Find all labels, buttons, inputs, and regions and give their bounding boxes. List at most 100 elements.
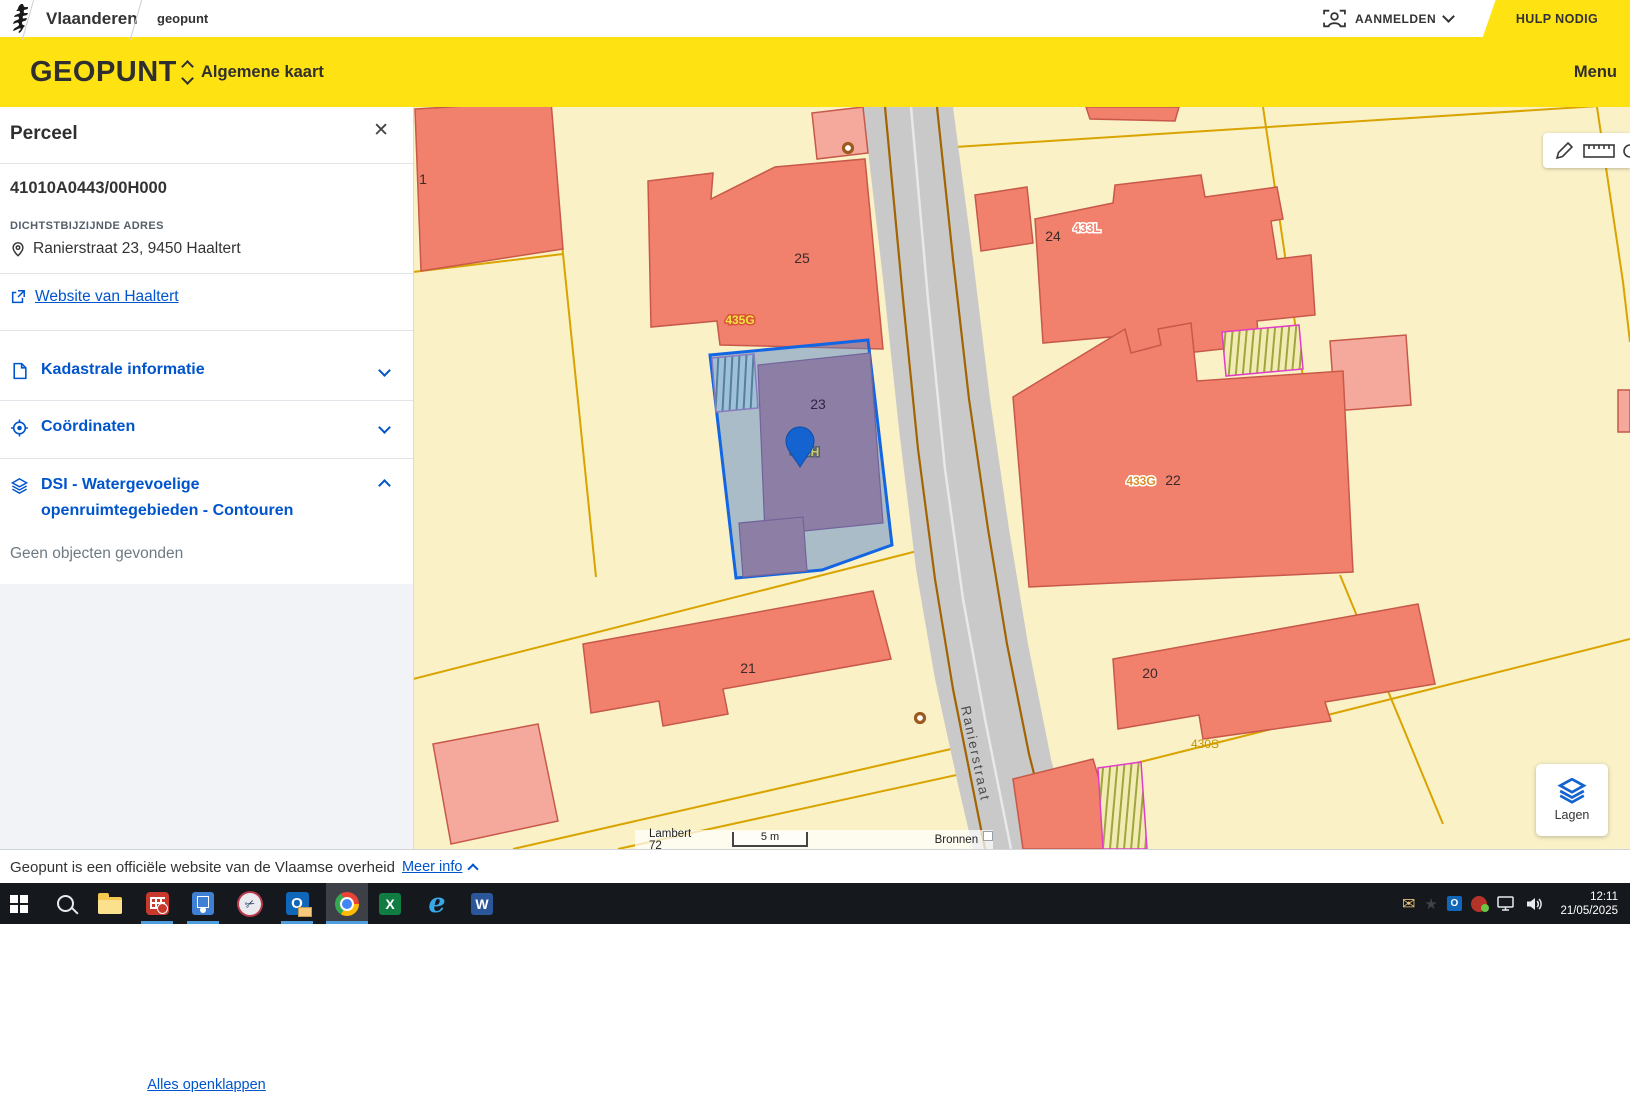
nearest-address-row: Ranierstraat 23, 9450 Haaltert [10, 240, 241, 258]
building-edge-cut [1618, 390, 1630, 432]
word-icon: W [471, 893, 493, 915]
map-toolbar [1543, 133, 1630, 168]
excel-icon: X [379, 893, 401, 915]
location-pin-icon [10, 240, 26, 258]
section-dsi-watergevoelige[interactable]: DSI - Watergevoelige openruimtegebieden … [10, 472, 403, 524]
user-frame-icon [1322, 8, 1347, 29]
folder-icon [98, 897, 122, 914]
parcel-id: 41010A0443/00H000 [10, 179, 167, 198]
nearest-address: Ranierstraat 23, 9450 Haaltert [33, 240, 241, 258]
target-icon [10, 418, 29, 438]
sources-label[interactable]: Bronnen [935, 834, 978, 846]
external-link-icon [10, 289, 26, 305]
windows-taskbar: ✂ O X e W ✉ ★ O 12:11 21/05/2025 [0, 883, 1630, 924]
top-header: Vlaanderen geopunt AANMELDEN HULP NODIG [0, 0, 1630, 37]
close-icon[interactable]: ✕ [373, 119, 389, 142]
section-label: DSI - Watergevoelige openruimtegebieden … [41, 472, 323, 524]
parcel-info-panel: Perceel ✕ 41010A0443/00H000 DICHTSTBIJZI… [0, 107, 414, 849]
map-label-house-23: 23 [810, 396, 826, 412]
certificate-icon [192, 892, 214, 915]
taskbar-internet-explorer[interactable]: e [421, 883, 453, 924]
hatched-parcel-selected [712, 354, 758, 412]
network-display-icon[interactable] [1496, 895, 1516, 913]
scissors-icon: ✂ [233, 886, 268, 921]
start-button[interactable] [4, 883, 34, 924]
section-coordinaten[interactable]: Coördinaten [10, 414, 403, 440]
panel-footer-area: Alles openklappen [0, 584, 413, 849]
map-label-house-1: 1 [419, 171, 427, 187]
login-button[interactable]: AANMELDEN [1322, 0, 1453, 37]
taskbar-certificate-app[interactable] [187, 883, 219, 924]
taskbar-chrome[interactable] [326, 883, 368, 924]
taskbar-file-explorer[interactable] [95, 883, 125, 924]
help-label: HULP NODIG [1502, 12, 1598, 26]
document-icon [10, 361, 29, 381]
map-switcher-label: Algemene kaart [201, 63, 324, 82]
building-25 [648, 159, 883, 349]
layers-button[interactable]: Lagen [1536, 764, 1608, 836]
geopunt-banner: GEOPUNT Algemene kaart Menu [0, 37, 1630, 107]
map-label-cad-433G: 433G [1126, 474, 1155, 488]
section-empty-text: Geen objecten gevonden [10, 545, 183, 563]
vlaanderen-lion-logo [7, 3, 33, 34]
taskbar-outlook[interactable]: O [281, 883, 313, 924]
layers-icon [1557, 778, 1587, 804]
taskbar-search-button[interactable] [50, 883, 80, 924]
taskbar-snipping-tool[interactable]: ✂ [234, 883, 266, 924]
map-label-house-25: 25 [794, 250, 810, 266]
partial-tool-icon[interactable] [1624, 145, 1630, 157]
login-label: AANMELDEN [1355, 12, 1436, 26]
taskbar-planner-app[interactable] [141, 883, 173, 924]
map-viewport[interactable]: 1 25 24 23 22 21 20 435G 433L 443H 433G … [413, 107, 1630, 849]
building-1 [415, 107, 563, 271]
brand-vlaanderen[interactable]: Vlaanderen [46, 0, 138, 37]
scale-distance: 5 m [732, 832, 807, 847]
map-switcher[interactable]: Algemene kaart [183, 37, 324, 107]
menu-button[interactable]: Menu [1574, 37, 1617, 107]
panel-title: Perceel [10, 123, 78, 145]
mail-tray-icon[interactable]: ✉ [1402, 894, 1415, 914]
site-footer: Geopunt is een officiële website van de … [0, 849, 1630, 884]
chevron-up-icon [468, 863, 479, 874]
map-label-cad-435G: 435G [725, 313, 754, 327]
chevron-down-icon [378, 421, 391, 434]
building-road-right [975, 187, 1033, 251]
geopunt-wordmark[interactable]: GEOPUNT [30, 37, 177, 107]
map-label-house-20: 20 [1142, 665, 1158, 681]
taskbar-word[interactable]: W [466, 883, 498, 924]
help-button[interactable]: HULP NODIG [1470, 0, 1630, 37]
website-link[interactable]: Website van Haaltert [35, 288, 179, 306]
breadcrumb-geopunt[interactable]: geopunt [157, 0, 208, 37]
chevron-down-icon [378, 364, 391, 377]
building-top-right [1086, 107, 1179, 121]
map-label-house-21: 21 [740, 660, 756, 676]
map-scalebar: Lambert 72 5 m Bronnen [635, 830, 993, 849]
section-label: Kadastrale informatie [41, 357, 323, 383]
section-label: Coördinaten [41, 414, 323, 440]
clock-date: 21/05/2025 [1560, 904, 1618, 918]
taskbar-excel[interactable]: X [374, 883, 406, 924]
chrome-icon [335, 892, 359, 916]
projection-label: Lambert 72 [649, 828, 706, 852]
calendar-clock-icon [146, 892, 169, 915]
building-23 [758, 353, 883, 535]
search-icon [57, 895, 74, 912]
map-label-cad-433L: 433L [1073, 221, 1100, 235]
outlook-tray-icon[interactable]: O [1447, 896, 1462, 911]
cadastral-map[interactable]: 1 25 24 23 22 21 20 435G 433L 443H 433G … [413, 107, 1630, 849]
section-kadastrale-informatie[interactable]: Kadastrale informatie [10, 357, 403, 383]
outlook-icon: O [286, 892, 309, 915]
pencil-icon[interactable] [1557, 143, 1572, 158]
taskbar-clock[interactable]: 12:11 21/05/2025 [1560, 883, 1618, 924]
clock-time: 12:11 [1560, 890, 1618, 904]
map-label-house-22: 22 [1165, 472, 1181, 488]
swap-icon [183, 62, 192, 83]
expand-all-link[interactable]: Alles openklappen [147, 1077, 266, 1093]
more-info-link[interactable]: Meer info [402, 859, 462, 875]
building-pale-top [812, 107, 868, 159]
windows-logo-icon [10, 895, 28, 913]
volume-icon[interactable] [1525, 895, 1545, 913]
status-tray-icon[interactable] [1471, 896, 1487, 912]
star-tray-icon[interactable]: ★ [1424, 895, 1437, 913]
chevron-up-icon [378, 479, 391, 492]
